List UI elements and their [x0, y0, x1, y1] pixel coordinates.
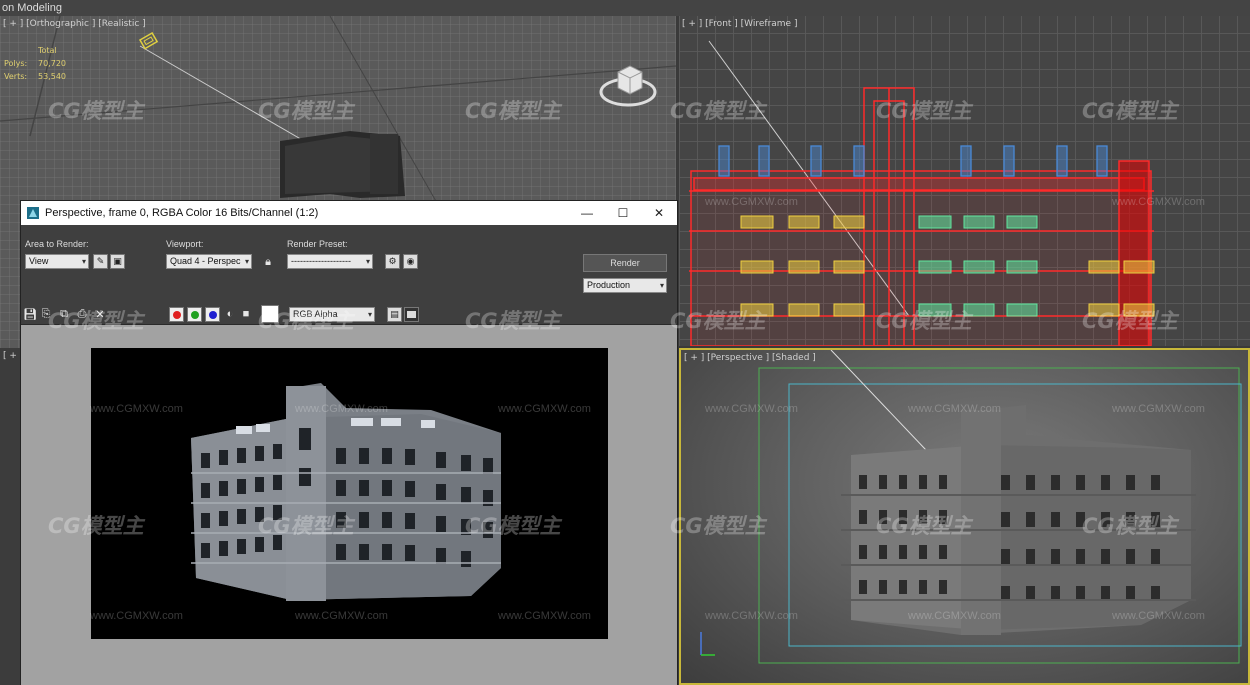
chevron-down-icon: ▾ [365, 257, 370, 266]
minimize-button[interactable]: — [569, 201, 605, 225]
viewport-bottom-left[interactable]: [ + ] [0, 348, 20, 685]
environment-icon[interactable]: ◉ [403, 254, 418, 269]
front-wireframe-scene [689, 40, 1155, 346]
maximize-button[interactable]: ☐ [605, 201, 641, 225]
building-top-view [280, 131, 405, 198]
blue-channel-button[interactable] [205, 307, 220, 322]
verts-value: 53,540 [38, 72, 66, 81]
rendered-frame-window[interactable]: Perspective, frame 0, RGBA Color 16 Bits… [20, 200, 678, 685]
render-mode-dropdown[interactable]: Production ▾ [583, 278, 667, 293]
render-mode-value: Production [587, 280, 631, 290]
viewport-dropdown[interactable]: Quad 4 - Perspec ▾ [166, 254, 252, 269]
copy-icon[interactable]: ⎘ [39, 307, 53, 321]
print-icon[interactable]: ⎙ [75, 307, 89, 321]
chevron-down-icon: ▾ [244, 257, 249, 266]
app-window: on Modeling [ + ] [Orthographic ] [Reali… [0, 0, 1250, 685]
viewport-label-text: Viewport: [166, 239, 204, 249]
display-icon[interactable]: ▤ [387, 307, 402, 322]
viewport-label[interactable]: [ + ] [Perspective ] [Shaded ] [684, 353, 816, 363]
viewport-label[interactable]: [ + ] [Orthographic ] [Realistic ] [3, 19, 146, 29]
ribbon-title: on Modeling [0, 0, 1250, 16]
monochrome-icon[interactable]: ■ [239, 307, 253, 321]
swatch-color[interactable] [261, 305, 279, 323]
render-preset-value: -------------------- [291, 256, 351, 266]
viewport-label[interactable]: [ + ] [3, 351, 20, 361]
viewcube-icon[interactable] [598, 60, 658, 110]
alpha-channel-icon[interactable]: ◐ [223, 307, 237, 321]
clone-icon[interactable]: ⧉ [57, 307, 71, 321]
area-to-render-value: View [29, 256, 49, 266]
lock-icon[interactable]: 🔒︎ [261, 255, 275, 269]
app-icon [27, 207, 39, 219]
render-preset-label: Render Preset: [287, 239, 348, 249]
green-channel-button[interactable] [187, 307, 202, 322]
render-controls: Area to Render: View ▾ ✎ ▣ Viewport: Quad… [21, 225, 677, 325]
channel-display-value: RGB Alpha [293, 309, 338, 319]
viewport-dropdown-value: Quad 4 - Perspec [170, 256, 241, 266]
auto-region-icon[interactable]: ▣ [110, 254, 125, 269]
chevron-down-icon: ▾ [659, 281, 664, 290]
chevron-down-icon: ▾ [367, 310, 372, 319]
viewport-perspective[interactable]: [ + ] [Perspective ] [Shaded ] [679, 348, 1250, 685]
render-canvas[interactable] [21, 325, 677, 685]
verts-label: Verts: [4, 72, 28, 81]
camera-icon [138, 31, 159, 50]
render-preset-dropdown[interactable]: -------------------- ▾ [287, 254, 373, 269]
rendered-image [91, 348, 608, 639]
viewport-label[interactable]: [ + ] [Front ] [Wireframe ] [682, 19, 797, 29]
perspective-scene [700, 350, 1242, 664]
render-setup-icon[interactable]: ⚙ [385, 254, 400, 269]
red-channel-button[interactable] [169, 307, 184, 322]
render-button[interactable]: Render [583, 254, 667, 272]
polys-label: Polys: [4, 59, 28, 68]
edit-region-icon[interactable]: ✎ [93, 254, 108, 269]
channel-display-dropdown[interactable]: RGB Alpha ▾ [289, 307, 375, 322]
render-window-titlebar[interactable]: Perspective, frame 0, RGBA Color 16 Bits… [21, 201, 677, 225]
viewport-front[interactable]: [ + ] [Front ] [Wireframe ] [679, 16, 1250, 346]
polys-value: 70,720 [38, 59, 66, 68]
rendered-building [191, 383, 501, 601]
area-to-render-dropdown[interactable]: View ▾ [25, 254, 89, 269]
area-to-render-label: Area to Render: [25, 239, 89, 249]
chevron-down-icon: ▾ [81, 257, 86, 266]
clear-icon[interactable]: ✕ [93, 307, 107, 321]
stats-overlay: Total Polys: 70,720 Verts: 53,540 [4, 44, 66, 83]
toggle-ui-icon[interactable] [404, 307, 419, 322]
axis-gizmo-icon [700, 632, 715, 656]
save-icon[interactable]: 💾︎ [23, 307, 37, 321]
close-button[interactable]: ✕ [641, 201, 677, 225]
render-window-title: Perspective, frame 0, RGBA Color 16 Bits… [45, 207, 319, 219]
stats-header: Total [38, 46, 57, 55]
